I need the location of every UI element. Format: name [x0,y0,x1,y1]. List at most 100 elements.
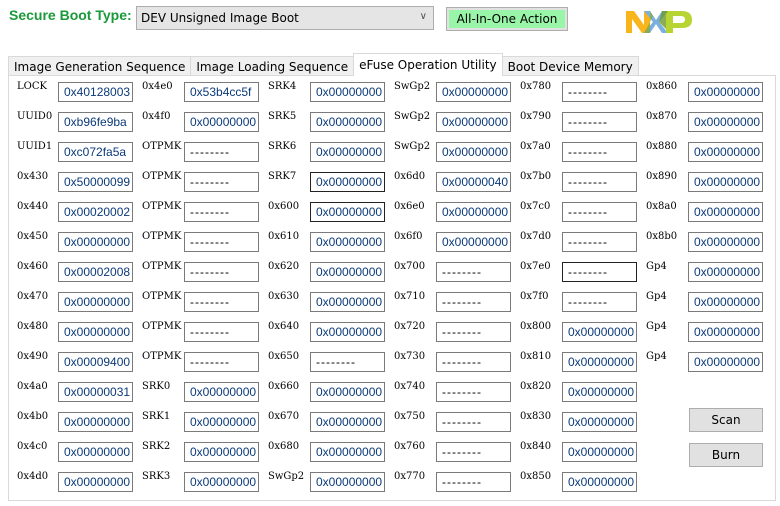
fuse-value-field[interactable]: 0x00002008 [58,262,133,282]
fuse-value-field[interactable]: -------- [436,442,511,462]
fuse-label: 0x760 [394,441,426,452]
fuse-label: 0x750 [394,411,426,422]
fuse-label: 0x810 [520,351,552,362]
tab-efuse-operation-utility[interactable]: eFuse Operation Utility [353,53,503,76]
fuse-value-field[interactable]: 0x00000000 [58,322,133,342]
fuse-value-field[interactable]: -------- [436,472,511,492]
fuse-value-field[interactable]: 0x00000000 [688,232,763,252]
fuse-value-field[interactable]: -------- [436,352,511,372]
fuse-value-field[interactable]: 0x00000000 [310,412,385,432]
fuse-label: 0x620 [268,261,300,272]
fuse-value-field[interactable]: 0x00000000 [562,382,637,402]
fuse-value-field[interactable]: 0xb96fe9ba [58,112,133,132]
fuse-label: Gp4 [646,351,667,362]
fuse-value-field[interactable]: -------- [562,202,637,222]
fuse-value-field[interactable]: 0x00000000 [688,142,763,162]
fuse-label: 0x650 [268,351,300,362]
fuse-value-field[interactable]: 0x00000000 [310,262,385,282]
fuse-value-field[interactable]: 0x00000000 [310,472,385,492]
fuse-value-field[interactable]: 0x00000000 [310,142,385,162]
fuse-value-field[interactable]: -------- [562,112,637,132]
fuse-value-field[interactable]: 0x00000000 [688,172,763,192]
fuse-value-field[interactable]: -------- [184,232,259,252]
fuse-value-field[interactable]: 0x00000000 [58,292,133,312]
fuse-label: OTPMK [142,231,182,242]
fuse-value-field[interactable]: 0x00000000 [562,472,637,492]
fuse-value-field[interactable]: 0x00000000 [184,412,259,432]
tab-image-generation-sequence[interactable]: Image Generation Sequence [8,56,192,76]
fuse-value-field[interactable]: 0x00000000 [688,352,763,372]
fuse-value-field[interactable]: 0x00000000 [688,262,763,282]
fuse-value-field[interactable]: 0x00000000 [436,142,511,162]
fuse-value-field[interactable]: 0x00000000 [688,82,763,102]
fuse-value-field[interactable]: 0x00000000 [58,472,133,492]
fuse-value-field[interactable]: 0x00000000 [688,292,763,312]
burn-button[interactable]: Burn [689,443,763,467]
fuse-value-field[interactable]: 0xc072fa5a [58,142,133,162]
fuse-value-field[interactable]: 0x40128003 [58,82,133,102]
fuse-value-field[interactable]: -------- [310,352,385,372]
scan-button[interactable]: Scan [689,408,763,432]
fuse-value-field[interactable]: 0x00020002 [58,202,133,222]
fuse-value-field[interactable]: 0x53b4cc5f [184,82,259,102]
fuse-value-field[interactable]: -------- [184,262,259,282]
fuse-value-field[interactable]: 0x00000000 [436,112,511,132]
fuse-value-field[interactable]: -------- [562,142,637,162]
tab-boot-device-memory[interactable]: Boot Device Memory [501,56,639,76]
fuse-value-field[interactable]: 0x00000000 [184,472,259,492]
fuse-value-field[interactable]: 0x00000000 [436,202,511,222]
fuse-value-field[interactable]: -------- [562,262,637,282]
fuse-value-field[interactable]: 0x00000000 [310,232,385,252]
fuse-value-field[interactable]: -------- [436,412,511,432]
fuse-value-field[interactable]: 0x00000000 [562,352,637,372]
fuse-value-field[interactable]: 0x00000000 [310,442,385,462]
fuse-value-field[interactable]: 0x00000040 [436,172,511,192]
fuse-value-field[interactable]: 0x00000000 [310,82,385,102]
fuse-value-field[interactable]: 0x00000000 [436,232,511,252]
fuse-value-field[interactable]: 0x00000000 [436,82,511,102]
fuse-label: 0x780 [520,81,552,92]
fuse-label: 0x730 [394,351,426,362]
all-in-one-action-button[interactable]: All-In-One Action [446,7,568,31]
fuse-value-field[interactable]: -------- [562,292,637,312]
fuse-value-field[interactable]: 0x00000000 [310,202,385,222]
fuse-value-field[interactable]: 0x00000000 [688,202,763,222]
fuse-value-field[interactable]: -------- [184,352,259,372]
fuse-value-field[interactable]: -------- [436,382,511,402]
fuse-label: 0x480 [17,321,49,332]
fuse-value-field[interactable]: -------- [184,202,259,222]
fuse-value-field[interactable]: 0x00000000 [562,412,637,432]
fuse-value-field[interactable]: 0x00000000 [58,412,133,432]
fuse-value-field[interactable]: -------- [184,292,259,312]
fuse-label: 0x640 [268,321,300,332]
fuse-value-field[interactable]: 0x00000000 [58,232,133,252]
fuse-value-field[interactable]: 0x00000000 [310,112,385,132]
fuse-value-field[interactable]: 0x00000000 [688,112,763,132]
fuse-value-field[interactable]: 0x00009400 [58,352,133,372]
fuse-value-field[interactable]: -------- [184,172,259,192]
fuse-value-field[interactable]: -------- [184,322,259,342]
tab-image-loading-sequence[interactable]: Image Loading Sequence [190,56,355,76]
fuse-value-field[interactable]: 0x00000000 [310,292,385,312]
fuse-value-field[interactable]: 0x00000000 [310,322,385,342]
fuse-value-field[interactable]: -------- [562,82,637,102]
fuse-value-field[interactable]: 0x00000000 [184,382,259,402]
fuse-value-field[interactable]: -------- [562,232,637,252]
fuse-value-field[interactable]: 0x00000031 [58,382,133,402]
fuse-value-field[interactable]: 0x00000000 [184,442,259,462]
fuse-value-field[interactable]: -------- [562,172,637,192]
fuse-value-field[interactable]: 0x00000000 [688,322,763,342]
secure-boot-type-select[interactable]: DEV Unsigned Image Boot ∨ [136,6,434,30]
fuse-value-field[interactable]: -------- [184,142,259,162]
fuse-value-field[interactable]: 0x00000000 [58,442,133,462]
fuse-value-field[interactable]: 0x00000000 [184,112,259,132]
fuse-value-field[interactable]: -------- [436,292,511,312]
fuse-value-field[interactable]: 0x50000099 [58,172,133,192]
fuse-value-field[interactable]: 0x00000000 [562,442,637,462]
fuse-value-field[interactable]: 0x00000000 [310,382,385,402]
fuse-value-field[interactable]: 0x00000000 [562,322,637,342]
fuse-label: OTPMK [142,321,182,332]
fuse-value-field[interactable]: -------- [436,262,511,282]
fuse-value-field[interactable]: -------- [436,322,511,342]
fuse-value-field[interactable]: 0x00000000 [310,172,385,192]
